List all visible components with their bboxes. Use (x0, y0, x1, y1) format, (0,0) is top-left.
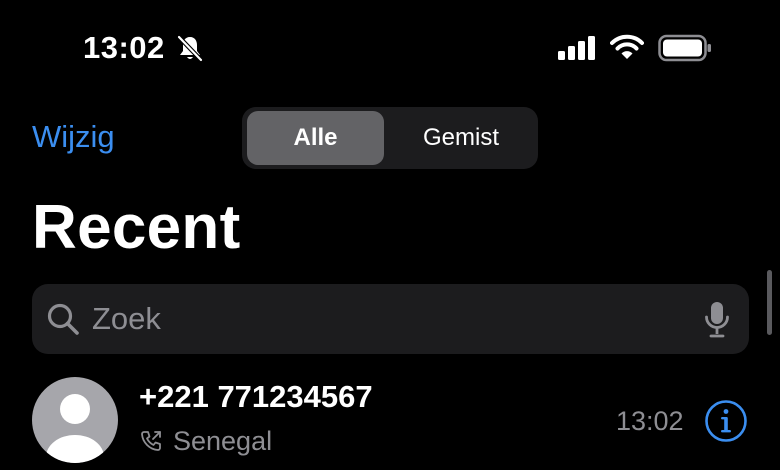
edit-button[interactable]: Wijzig (32, 119, 115, 155)
page-title: Recent (32, 193, 241, 262)
scroll-indicator[interactable] (767, 270, 772, 335)
wifi-icon (610, 34, 644, 59)
avatar (32, 377, 118, 463)
microphone-icon[interactable] (704, 301, 730, 339)
phone-outgoing-icon (141, 431, 161, 451)
caller-label: Senegal (173, 426, 273, 456)
info-icon[interactable] (704, 399, 748, 443)
person-icon (46, 394, 104, 463)
segment-all[interactable]: Alle (247, 111, 384, 165)
status-bar: 13:02 (0, 0, 780, 96)
search-field[interactable] (32, 284, 749, 354)
call-row[interactable]: +221 771234567 Senegal 13:02 (0, 370, 780, 470)
cellular-signal-icon (558, 36, 595, 60)
caller-number: +221 771234567 (139, 379, 373, 414)
battery-icon (658, 34, 711, 62)
search-icon (47, 303, 79, 335)
recents-screen: 13:02 Wijzig Alle Gemist Recent Zoek +22… (0, 0, 780, 470)
bell-slash-icon (177, 35, 203, 62)
segment-missed[interactable]: Gemist (388, 111, 534, 165)
search-input[interactable] (92, 294, 682, 344)
filter-segmented-control: Alle Gemist (242, 107, 538, 169)
call-time: 13:02 (616, 406, 684, 436)
status-time: 13:02 (83, 30, 165, 65)
